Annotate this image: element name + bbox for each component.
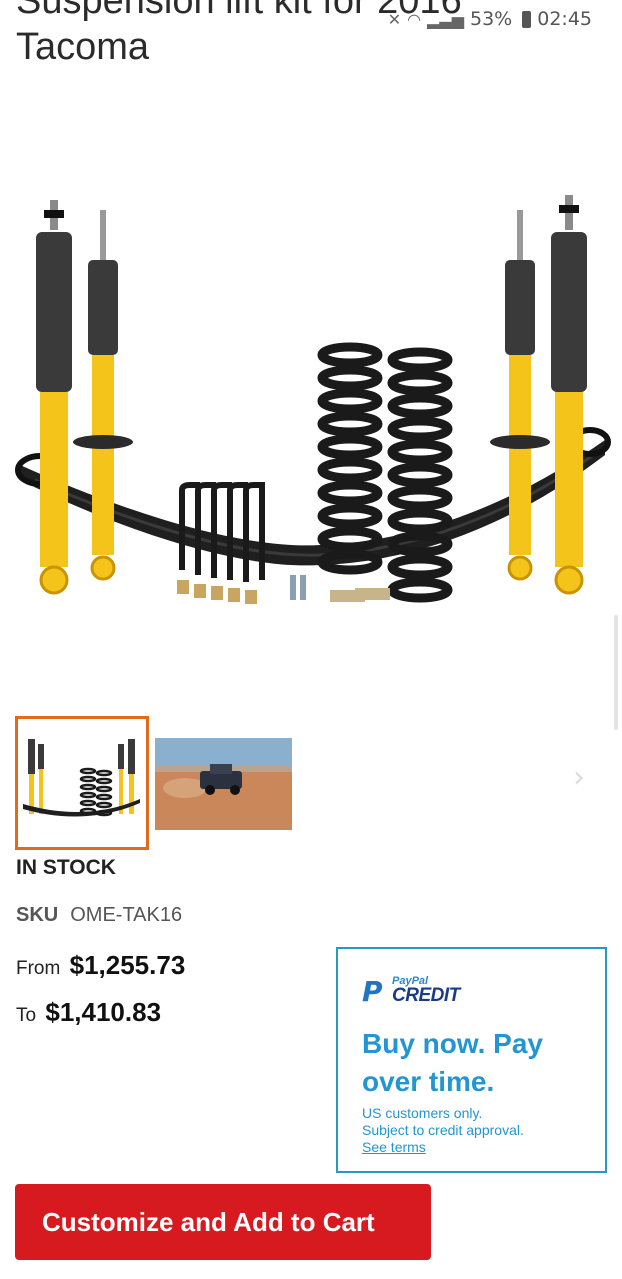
sku-label: SKU [16,904,59,926]
thumbnail-strip [15,716,292,850]
wifi-icon: ◠ [407,9,422,29]
paypal-p-icon: P [362,975,383,1008]
battery-icon [522,10,532,28]
price-to-value: $1,410.83 [45,997,162,1027]
hero-product-image[interactable] [0,150,622,690]
paypal-fine-print: US customers only. Subject to credit app… [362,1105,524,1156]
status-bar: ✕ ◠ ▂▃▅ 53% 02:45 [0,0,622,38]
price-from: From $1,255.73 [16,950,185,981]
sku-value: OME-TAK16 [70,904,183,926]
paypal-fine-line2: Subject to credit approval. [362,1122,524,1138]
paypal-credit-banner[interactable]: P PayPal CREDIT Buy now. Pay over time. … [336,947,607,1173]
scroll-indicator[interactable] [614,615,618,730]
see-terms-link[interactable]: See terms [362,1139,524,1156]
chevron-right-icon[interactable]: › [573,760,585,795]
stock-status: IN STOCK [16,856,116,879]
paypal-credit-word: CREDIT [392,985,460,1006]
battery-percent: 53% [470,8,513,30]
paypal-fine-line1: US customers only. [362,1105,483,1121]
paypal-headline: Buy now. Pay over time. [362,1028,544,1097]
signal-icon: ▂▃▅ [427,9,464,29]
thumbnail-1-selected[interactable] [15,716,149,850]
customize-add-to-cart-button[interactable]: Customize and Add to Cart [15,1184,431,1260]
price-to: To $1,410.83 [16,997,161,1028]
price-from-value: $1,255.73 [69,950,186,980]
sku: SKU OME-TAK16 [16,904,182,927]
price-from-label: From [16,958,61,979]
thumbnail-1-image [23,739,140,817]
thumbnail-2[interactable] [155,716,292,850]
mute-icon: ✕ [387,9,402,29]
clock: 02:45 [537,8,592,30]
price-to-label: To [16,1005,37,1026]
thumbnail-2-image [155,738,292,830]
